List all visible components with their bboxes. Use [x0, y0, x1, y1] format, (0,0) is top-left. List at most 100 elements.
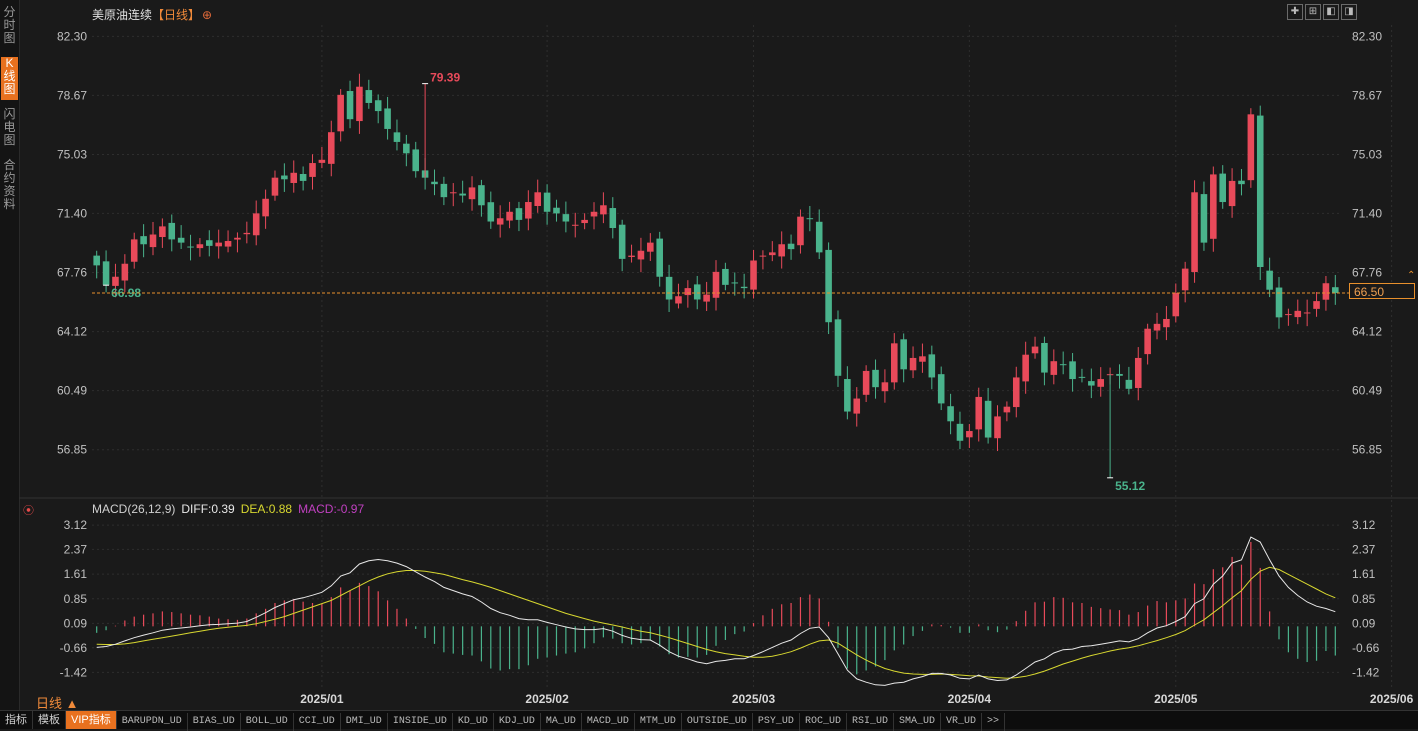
candle-body [525, 202, 532, 219]
candle-body [891, 343, 898, 383]
candle-body [468, 187, 476, 200]
annotation-label: 55.12 [1115, 479, 1145, 493]
candle-body [712, 271, 720, 298]
candle-body [102, 261, 110, 285]
indicator-tab-15[interactable]: PSY_UD [753, 713, 800, 731]
indicator-tab-4[interactable]: BIAS_UD [188, 713, 241, 731]
indicator-tab-16[interactable]: ROC_UD [800, 713, 847, 731]
macd-axis-label-left: 2.37 [64, 542, 88, 556]
candle-body [243, 232, 251, 235]
candle-body [309, 163, 316, 177]
macd-header: MACD(26,12,9) DIFF:0.39 DEA:0.88 MACD:-0.97 [92, 502, 370, 516]
candle-body [909, 357, 917, 371]
indicator-tab-17[interactable]: RSI_UD [847, 713, 894, 731]
macd-axis-label-left: -1.42 [60, 665, 88, 679]
candle-body [281, 175, 288, 180]
indicator-tab-9[interactable]: KD_UD [453, 713, 494, 731]
price-axis-label-right: 56.85 [1352, 443, 1382, 457]
indicator-tab-10[interactable]: KDJ_UD [494, 713, 541, 731]
candle-body [722, 268, 729, 285]
candle-body [1134, 357, 1142, 388]
chart-canvas[interactable]: 82.30 82.30 78.67 78.67 75.03 75.03 71.40 71.40… [0, 0, 1418, 710]
date-label: 2025/04 [948, 692, 992, 706]
candle-body [1275, 287, 1283, 318]
candle-body [628, 255, 635, 257]
price-axis-label-left: 75.03 [57, 147, 87, 161]
candle-body [693, 284, 701, 300]
candle-body [966, 431, 973, 438]
indicator-tab-1[interactable]: 模板 [33, 711, 66, 729]
candle-body [431, 181, 438, 185]
macd-value: MACD:-0.97 [298, 502, 365, 516]
candle-body [1294, 310, 1302, 318]
indicator-tab-18[interactable]: SMA_UD [894, 713, 941, 731]
price-axis-label-right: 82.30 [1352, 29, 1382, 43]
annotation-label: 66.98 [111, 286, 141, 300]
candle-body [815, 221, 823, 253]
indicator-tab-13[interactable]: MTM_UD [635, 713, 682, 731]
candle-body [1247, 114, 1255, 181]
candle-body [637, 250, 645, 260]
candle-body [778, 244, 785, 257]
candle-body [665, 276, 673, 300]
candle-body [196, 244, 204, 249]
candle-body [984, 400, 992, 438]
candle-body [1078, 376, 1086, 378]
indicator-tab-3[interactable]: BARUPDN_UD [117, 713, 188, 731]
indicator-tab-14[interactable]: OUTSIDE_UD [682, 713, 753, 731]
candle-body [1210, 174, 1217, 239]
candle-body [487, 202, 495, 222]
candle-body [515, 208, 523, 220]
indicator-tab-19[interactable]: VR_UD [941, 713, 982, 731]
candle-body [797, 216, 804, 246]
candle-body [1050, 361, 1058, 375]
indicator-tab-6[interactable]: CCI_UD [294, 713, 341, 731]
candle-body [1163, 318, 1170, 328]
candle-body [543, 192, 551, 212]
candle-body [449, 192, 457, 194]
candle-body [290, 172, 298, 183]
candle-body [234, 237, 241, 240]
indicator-tab-11[interactable]: MA_UD [541, 713, 582, 731]
candle-body [947, 406, 954, 422]
price-axis-label-right: 75.03 [1352, 147, 1382, 161]
indicator-tab-12[interactable]: MACD_UD [582, 713, 635, 731]
annotation-label: 79.39 [430, 71, 460, 85]
candle-body [149, 234, 157, 248]
candle-body [1322, 283, 1330, 300]
candle-body [1266, 270, 1273, 290]
indicator-tab-5[interactable]: BOLL_UD [241, 713, 294, 731]
candle-body [112, 276, 119, 286]
indicator-bar: 指标 模板 VIP指标 BARUPDN_UD BIAS_UD BOLL_UD CCI_UD D… [0, 710, 1418, 731]
price-axis-label-left: 67.76 [57, 266, 87, 280]
price-axis-label-right: 60.49 [1352, 384, 1382, 398]
indicator-tab-8[interactable]: INSIDE_UD [388, 713, 453, 731]
indicator-tab-0[interactable]: 指标 [0, 711, 33, 729]
candle-body [496, 218, 504, 225]
macd-axis-label-left: -0.66 [60, 641, 88, 655]
macd-params: MACD(26,12,9) [92, 502, 176, 516]
candle-body [327, 132, 335, 164]
candle-body [1303, 312, 1311, 314]
macd-settings-icon[interactable]: ⦿ [23, 502, 34, 518]
macd-axis-label-right: 3.12 [1352, 518, 1376, 532]
candle-body [900, 339, 907, 370]
candle-body [478, 185, 485, 206]
candle-body [187, 246, 194, 248]
indicator-tab-20[interactable]: >> [982, 713, 1006, 731]
price-axis-label-left: 78.67 [57, 88, 87, 102]
candle-body [130, 239, 138, 262]
candle-body [731, 282, 739, 284]
candle-body [121, 263, 129, 281]
candle-body [1200, 194, 1208, 243]
candle-body [581, 219, 588, 224]
macd-axis-label-right: 0.09 [1352, 616, 1376, 630]
candle-body [806, 218, 814, 220]
date-label: 2025/06 [1370, 692, 1414, 706]
macd-axis-label-left: 1.61 [64, 567, 88, 581]
candle-body [1031, 346, 1039, 354]
candle-body [675, 296, 682, 304]
indicator-tab-7[interactable]: DMI_UD [341, 713, 388, 731]
indicator-tab-2[interactable]: VIP指标 [66, 711, 117, 729]
candle-body [1313, 301, 1320, 309]
